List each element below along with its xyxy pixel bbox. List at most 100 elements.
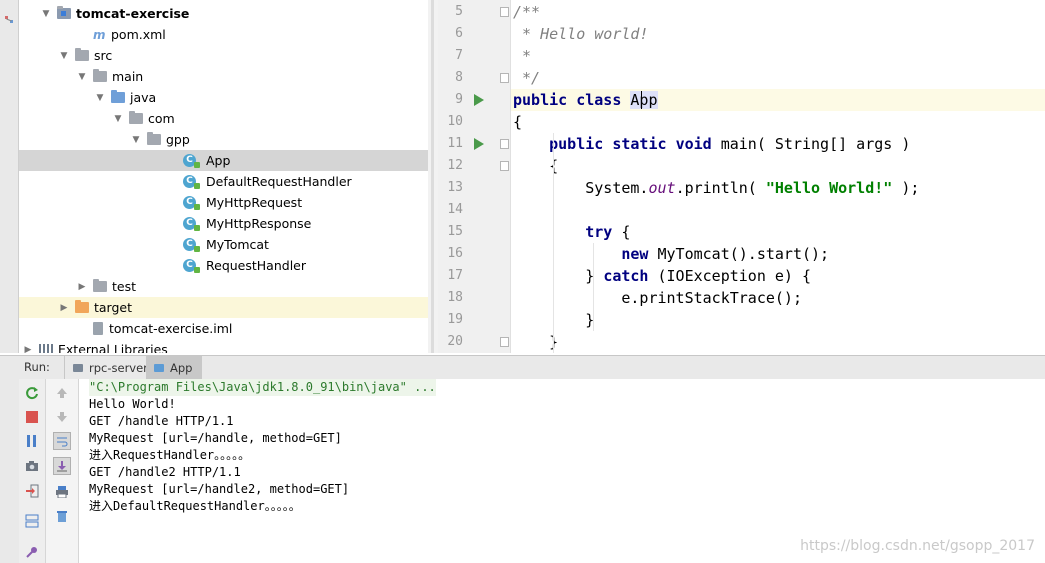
rerun-icon[interactable] xyxy=(24,385,40,401)
fold-icon[interactable] xyxy=(500,337,509,347)
gutter-line: 20 xyxy=(438,331,510,353)
run-actions-toolbar xyxy=(19,379,46,563)
editor-gutter: 5 6 7 8 9 10 11 12 13 14 15 16 17 18 19 20 xyxy=(438,0,511,353)
tree-item-defaultrequesthandler[interactable]: C DefaultRequestHandler xyxy=(19,171,438,192)
code-line[interactable]: /** xyxy=(511,1,1045,23)
code-line[interactable]: new MyTomcat().start(); xyxy=(511,243,1045,265)
tree-item-label: App xyxy=(206,153,231,168)
chevron-right-icon[interactable]: ▶ xyxy=(23,345,33,354)
chevron-down-icon[interactable]: ▼ xyxy=(113,114,123,124)
watermark: https://blog.csdn.net/gsopp_2017 xyxy=(800,538,1035,554)
tree-item-test[interactable]: ▶ test xyxy=(19,276,438,297)
code-editor[interactable]: /** * Hello world! * */ public class App {… xyxy=(511,0,1045,353)
console-output[interactable]: https://blog.csdn.net/gsopp_2017 "C:\Pro… xyxy=(79,379,1045,563)
run-config-icon xyxy=(154,363,164,372)
line-number: 14 xyxy=(447,202,463,217)
chevron-down-icon[interactable]: ▼ xyxy=(41,9,51,19)
tree-item-src[interactable]: ▼ src xyxy=(19,45,438,66)
code-token: */ xyxy=(513,69,541,87)
tree-item-label: MyTomcat xyxy=(206,237,269,252)
chevron-down-icon[interactable]: ▼ xyxy=(59,51,69,61)
code-line[interactable]: * xyxy=(511,45,1045,67)
tree-item-requesthandler[interactable]: C RequestHandler xyxy=(19,255,438,276)
structure-tool-icon[interactable] xyxy=(3,2,15,26)
layout-icon[interactable] xyxy=(24,513,40,529)
chevron-right-icon[interactable]: ▶ xyxy=(59,303,69,313)
tree-item-target[interactable]: ▶ target xyxy=(19,297,438,318)
tree-item-pom-xml[interactable]: m pom.xml xyxy=(19,24,438,45)
run-tab-app[interactable]: App xyxy=(146,356,202,379)
code-line[interactable]: e.printStackTrace(); xyxy=(511,287,1045,309)
print-icon[interactable] xyxy=(53,483,71,501)
fold-icon[interactable] xyxy=(500,7,509,17)
tree-item-com[interactable]: ▼ com xyxy=(19,108,438,129)
tree-item-label: tomcat-exercise xyxy=(76,6,190,21)
tree-item-tomcat-exercise-iml[interactable]: tomcat-exercise.iml xyxy=(19,318,438,339)
run-gutter-icon[interactable] xyxy=(474,138,484,150)
exit-icon[interactable] xyxy=(24,483,40,499)
left-tool-strip-bottom xyxy=(0,379,20,563)
tree-item-main[interactable]: ▼ main xyxy=(19,66,438,87)
tree-item-gpp[interactable]: ▼ gpp xyxy=(19,129,438,150)
stop-icon[interactable] xyxy=(24,409,40,425)
code-line[interactable]: */ xyxy=(511,67,1045,89)
code-token: } xyxy=(513,267,604,285)
camera-icon[interactable] xyxy=(24,458,40,474)
tree-item-myhttprequest[interactable]: C MyHttpRequest xyxy=(19,192,438,213)
code-line[interactable]: public class App xyxy=(511,89,1045,111)
tree-item-external-libraries[interactable]: ▶ External Libraries xyxy=(19,339,438,353)
soft-wrap-icon[interactable] xyxy=(53,432,71,450)
code-line[interactable]: } catch (IOException e) { xyxy=(511,265,1045,287)
code-token: "Hello World!" xyxy=(765,179,893,197)
code-token: out xyxy=(648,179,676,197)
tree-item-mytomcat[interactable]: C MyTomcat xyxy=(19,234,438,255)
chevron-down-icon[interactable]: ▼ xyxy=(131,135,141,145)
console-line: "C:\Program Files\Java\jdk1.8.0_91\bin\j… xyxy=(89,379,436,396)
code-token: static xyxy=(612,135,667,153)
code-line[interactable]: { xyxy=(511,111,1045,133)
fold-icon[interactable] xyxy=(500,161,509,171)
gutter-line: 5 xyxy=(438,1,510,23)
code-line[interactable] xyxy=(511,199,1045,221)
chevron-down-icon[interactable]: ▼ xyxy=(95,93,105,103)
chevron-right-icon[interactable]: ▶ xyxy=(77,282,87,292)
module-folder-icon xyxy=(57,6,71,19)
pause-icon[interactable] xyxy=(24,433,40,449)
panel-divider[interactable] xyxy=(428,0,438,353)
run-gutter-icon[interactable] xyxy=(474,94,484,106)
code-line[interactable]: { xyxy=(511,155,1045,177)
up-arrow-icon[interactable] xyxy=(53,384,71,402)
trash-icon[interactable] xyxy=(53,507,71,525)
code-line[interactable]: * Hello world! xyxy=(511,23,1045,45)
console-line: GET /handle HTTP/1.1 xyxy=(89,414,234,428)
code-line[interactable]: } xyxy=(511,331,1045,353)
tree-item-app[interactable]: C App xyxy=(19,150,438,171)
tree-item-myhttpresponse[interactable]: C MyHttpResponse xyxy=(19,213,438,234)
code-token: main( String[] args ) xyxy=(711,135,911,153)
scroll-to-end-icon[interactable] xyxy=(53,457,71,475)
fold-icon[interactable] xyxy=(500,73,509,83)
gutter-line: 17 xyxy=(438,265,510,287)
gutter-line: 10 xyxy=(438,111,510,133)
package-icon xyxy=(129,111,143,124)
tree-item-java[interactable]: ▼ java xyxy=(19,87,438,108)
gutter-line: 18 xyxy=(438,287,510,309)
line-number: 8 xyxy=(455,70,463,85)
code-line[interactable]: System.out.println( "Hello World!" ); xyxy=(511,177,1045,199)
code-line[interactable]: try { xyxy=(511,221,1045,243)
chevron-down-icon[interactable]: ▼ xyxy=(77,72,87,82)
tree-item-tomcat-exercise[interactable]: ▼ tomcat-exercise xyxy=(19,3,438,24)
code-line[interactable]: } xyxy=(511,309,1045,331)
pin-icon[interactable] xyxy=(24,544,40,560)
access-badge-icon xyxy=(194,224,200,231)
code-token: void xyxy=(675,135,712,153)
tree-item-label: gpp xyxy=(166,132,190,147)
fold-icon[interactable] xyxy=(500,139,509,149)
code-token: /** xyxy=(513,3,541,21)
code-line[interactable]: public static void main( String[] args ) xyxy=(511,133,1045,155)
tree-item-label: MyHttpResponse xyxy=(206,216,312,231)
left-tool-strip xyxy=(0,0,19,353)
tree-item-label: tomcat-exercise.iml xyxy=(109,321,233,336)
down-arrow-icon[interactable] xyxy=(53,408,71,426)
